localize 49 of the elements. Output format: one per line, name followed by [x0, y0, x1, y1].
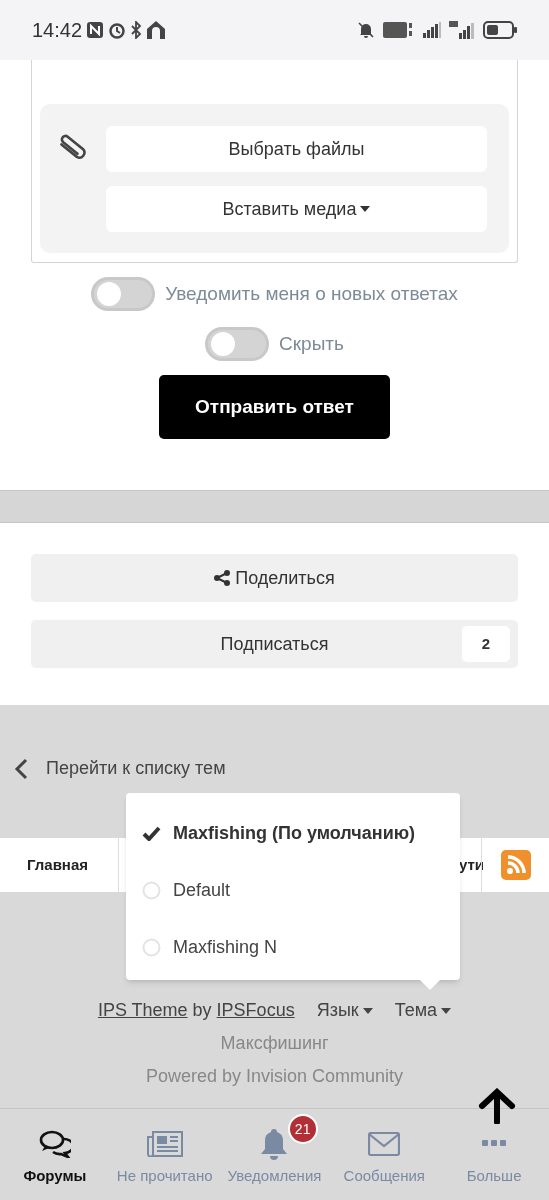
- radio-icon: [142, 881, 161, 900]
- toggle-switch[interactable]: [205, 327, 270, 361]
- envelope-icon: [368, 1132, 401, 1156]
- credit-link[interactable]: IPSFocus: [216, 997, 295, 1024]
- battery-icon: [483, 21, 517, 39]
- checkmark-icon: [142, 826, 161, 841]
- home-icon: [146, 20, 167, 40]
- theme-option[interactable]: Default: [142, 862, 444, 919]
- toggle-label: Уведомить меня о новых ответах: [165, 281, 458, 306]
- newspaper-icon: [146, 1131, 183, 1157]
- chevron-left-icon: [14, 757, 28, 780]
- breadcrumb-item[interactable]: Главная: [0, 838, 119, 892]
- share-button[interactable]: Поделиться: [31, 554, 518, 602]
- follower-count: 2: [462, 626, 510, 662]
- credit-text: by: [192, 999, 212, 1022]
- signal-4g-icon: [449, 21, 475, 39]
- theme-menu[interactable]: Тема: [394, 997, 452, 1024]
- toggle-switch[interactable]: [91, 277, 156, 311]
- status-time: 14:42: [32, 18, 83, 43]
- nav-tab[interactable]: Уведомления 21: [219, 1109, 330, 1200]
- radio-icon: [142, 938, 161, 957]
- bluetooth-icon: [130, 21, 143, 39]
- toggle-label: Скрыть: [279, 331, 344, 356]
- chat-bubbles-icon: [38, 1130, 71, 1158]
- theme-option[interactable]: Maxfishing N: [142, 919, 444, 976]
- bell-muted-icon: [357, 21, 375, 39]
- site-name: Максфишинг: [220, 1032, 329, 1055]
- back-to-topics-link[interactable]: Перейти к списку тем: [14, 755, 226, 782]
- powered-by-text: Powered by Invision Community: [145, 1065, 404, 1088]
- bell-icon: [259, 1128, 290, 1160]
- insert-media-button[interactable]: Вставить медиа: [106, 186, 487, 232]
- language-menu[interactable]: Язык: [316, 997, 373, 1024]
- caret-icon: [441, 1007, 452, 1014]
- scroll-to-top-arrow-icon[interactable]: [477, 1088, 517, 1124]
- choose-files-button[interactable]: Выбрать файлы: [106, 126, 487, 172]
- submit-reply-button[interactable]: Отправить ответ: [159, 375, 390, 439]
- subscribe-button[interactable]: Подписаться 2: [31, 620, 518, 668]
- alarm-icon: [108, 21, 127, 39]
- rss-icon[interactable]: [500, 850, 531, 880]
- caret-icon: [362, 1007, 373, 1014]
- more-dots-icon: [482, 1140, 507, 1148]
- share-icon: [214, 570, 232, 586]
- caret-icon: [360, 206, 371, 212]
- nav-tab[interactable]: Форумы: [0, 1109, 110, 1200]
- notification-badge: 21: [287, 1114, 318, 1144]
- signal-icon: [423, 22, 441, 38]
- credit-link[interactable]: IPS Theme: [97, 997, 188, 1024]
- nfc-icon: [86, 21, 105, 39]
- theme-option[interactable]: Maxfishing (По умолчанию): [142, 805, 444, 862]
